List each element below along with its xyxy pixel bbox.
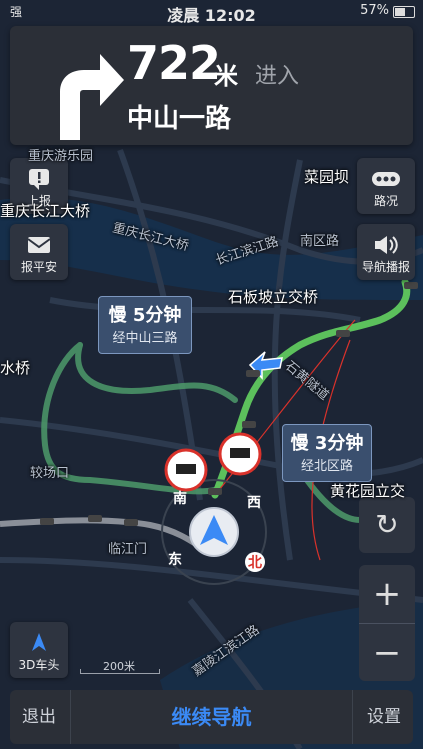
map-label: 南区路 xyxy=(300,234,340,249)
zoom-in-button[interactable]: + xyxy=(359,565,415,623)
map-label: 重庆游乐园 xyxy=(28,149,94,164)
traffic-label: 路况 xyxy=(373,194,398,208)
compass-west: 西 xyxy=(247,495,261,511)
settings-button[interactable]: 设置 xyxy=(367,690,401,744)
map-label: 水桥 xyxy=(0,359,31,377)
callout-title: 慢 3分钟 xyxy=(290,433,364,454)
zoom-control: + − xyxy=(359,565,415,681)
traffic-button[interactable]: 路况 xyxy=(357,158,415,214)
safe-report-label: 报平安 xyxy=(20,260,57,274)
map-scale: 200米 xyxy=(80,658,160,674)
callout-subtitle: 经北区路 xyxy=(300,459,353,474)
distance-unit: 米 xyxy=(214,62,238,90)
safe-report-button[interactable]: 报平安 xyxy=(10,224,68,280)
view-3d-label: 3D车头 xyxy=(18,658,60,672)
refresh-route-button[interactable]: ↻ xyxy=(359,497,415,553)
map-label: 临江门 xyxy=(108,542,148,557)
compass-north: 北 xyxy=(245,552,265,572)
turn-guidance-card: 722 米 进入 中山一路 xyxy=(10,26,413,145)
turn-action: 进入 xyxy=(255,64,300,89)
bottom-bar: 退出 继续导航 设置 xyxy=(10,690,413,744)
right-turn-arrow-icon xyxy=(60,54,124,140)
zoom-out-button[interactable]: − xyxy=(359,623,415,682)
continue-navigation-button[interactable]: 继续导航 xyxy=(70,690,353,744)
envelope-icon xyxy=(27,237,51,253)
map-label: 菜园坝 xyxy=(304,168,350,186)
speaker-icon xyxy=(375,236,398,254)
refresh-icon: ↻ xyxy=(375,508,399,541)
callout-subtitle: 经中山三路 xyxy=(112,331,178,346)
exit-button[interactable]: 退出 xyxy=(22,690,56,744)
compass-east: 东 xyxy=(168,552,182,568)
status-bar: 强 凌晨 12:02 57% xyxy=(0,0,423,25)
report-icon xyxy=(29,169,49,190)
turn-distance: 722 xyxy=(127,36,221,90)
compass-3d-icon xyxy=(32,633,46,651)
voice-broadcast-label: 导航播报 xyxy=(361,260,410,274)
map-label: 较场口 xyxy=(30,466,70,481)
compass-south: 南 xyxy=(173,491,187,507)
next-road-name: 中山一路 xyxy=(127,104,232,134)
callout-title: 慢 5分钟 xyxy=(108,305,182,326)
voice-broadcast-button[interactable]: 导航播报 xyxy=(357,224,415,280)
traffic-icon xyxy=(372,172,400,186)
map-label: 黄花园立交 xyxy=(330,482,406,500)
map-label: 重庆长江大桥 xyxy=(0,202,91,220)
route-callout[interactable]: 慢 5分钟 经中山三路 xyxy=(98,296,192,354)
view-3d-button[interactable]: 3D车头 xyxy=(10,622,68,678)
route-callout[interactable]: 慢 3分钟 经北区路 xyxy=(282,424,372,482)
battery-icon xyxy=(393,6,415,18)
map-label: 石板坡立交桥 xyxy=(228,288,319,306)
scale-bar xyxy=(80,669,160,674)
battery-percent: 57% xyxy=(360,3,389,18)
